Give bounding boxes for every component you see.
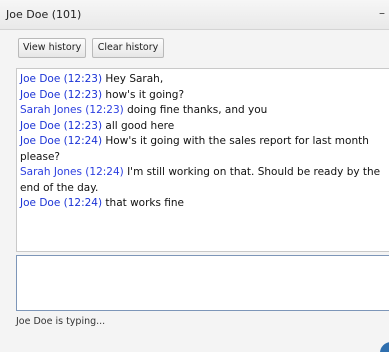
chat-message: Joe Doe (12:24) that works fine xyxy=(20,196,389,212)
chat-message: Joe Doe (12:24) How's it going with the … xyxy=(20,134,389,165)
view-history-button[interactable]: View history xyxy=(18,38,86,58)
title-bar: Joe Doe (101) – xyxy=(0,0,389,30)
chat-message: Joe Doe (12:23) all good here xyxy=(20,119,389,135)
chat-message: Joe Doe (12:23) Hey Sarah, xyxy=(20,72,389,88)
minimize-button[interactable]: – xyxy=(375,6,389,20)
chat-message: Sarah Jones (12:24) I'm still working on… xyxy=(20,165,389,196)
message-sender: Sarah Jones (12:24) xyxy=(20,166,124,178)
clear-history-button[interactable]: Clear history xyxy=(92,38,164,58)
chat-message: Sarah Jones (12:23) doing fine thanks, a… xyxy=(20,103,389,119)
chat-bubble-icon[interactable] xyxy=(380,342,389,352)
message-text: all good here xyxy=(102,119,175,132)
message-text: doing fine thanks, and you xyxy=(123,104,268,116)
message-sender: Joe Doe (12:23) xyxy=(20,88,103,101)
chat-window: Joe Doe (101) – View history Clear histo… xyxy=(0,0,389,352)
message-sender: Joe Doe (12:24) xyxy=(20,135,103,147)
chat-history[interactable]: Joe Doe (12:23) Hey Sarah, Joe Doe (12:2… xyxy=(16,68,389,252)
window-title: Joe Doe (101) xyxy=(6,8,82,21)
message-sender: Joe Doe (12:23) xyxy=(20,119,103,132)
message-text: Hey Sarah, xyxy=(102,73,164,85)
message-sender: Sarah Jones (12:23) xyxy=(20,104,124,116)
toolbar: View history Clear history xyxy=(0,30,389,64)
message-input-box xyxy=(16,255,389,311)
message-sender: Joe Doe (12:24) xyxy=(20,197,103,209)
message-sender: Joe Doe (12:23) xyxy=(20,73,103,85)
typing-status: Joe Doe is typing... xyxy=(16,316,106,327)
message-text: that works fine xyxy=(102,197,185,209)
message-text: how's it going? xyxy=(102,88,185,101)
chat-message: Joe Doe (12:23) how's it going? xyxy=(20,88,389,104)
message-input[interactable] xyxy=(17,256,389,310)
